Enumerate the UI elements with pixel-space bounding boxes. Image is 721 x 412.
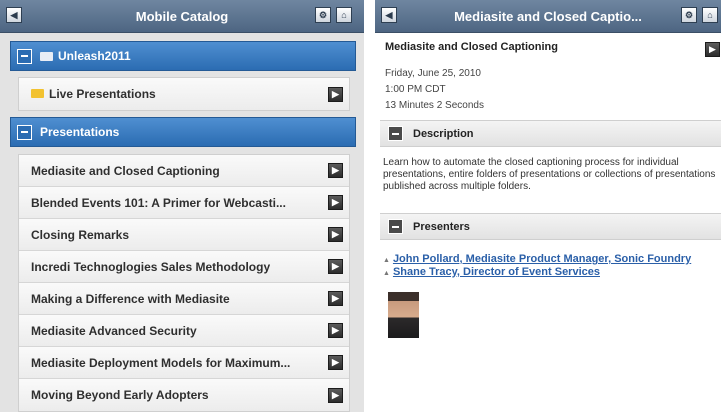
list-item-label: Mediasite Deployment Models for Maximum.… — [31, 355, 291, 370]
chevron-right-icon[interactable]: ▶ — [328, 291, 343, 306]
panel-divider — [364, 0, 375, 412]
group-list-unleash2011: Live Presentations ▶ — [18, 77, 350, 111]
gear-icon: ⚙ — [318, 9, 328, 20]
chevron-right-icon[interactable]: ▶ — [328, 195, 343, 210]
presenter-photo — [388, 292, 419, 338]
home-button[interactable]: ⌂ — [702, 7, 718, 23]
list-item-label: Making a Difference with Mediasite — [31, 291, 230, 306]
presentation-heading: Mediasite and Closed Captioning — [385, 41, 721, 53]
chevron-right-icon[interactable]: ▶ — [705, 42, 720, 57]
catalog-panel: ◀ Mobile Catalog ⚙ ⌂ Unleash2011 Live Pr… — [0, 0, 364, 412]
folder-icon — [31, 89, 44, 98]
presentation-title: Mediasite and Closed Captioning — [385, 41, 558, 53]
presentation-time: 1:00 PM CDT — [385, 84, 446, 95]
list-item[interactable]: Blended Events 101: A Primer for Webcast… — [19, 187, 349, 219]
group-header-presentations[interactable]: Presentations — [10, 117, 356, 147]
home-icon: ⌂ — [341, 9, 347, 20]
list-item[interactable]: Incredi Technoglogies Sales Methodology … — [19, 251, 349, 283]
home-button[interactable]: ⌂ — [336, 7, 352, 23]
list-item-label: Mediasite Advanced Security — [31, 323, 197, 338]
list-item-live-presentations[interactable]: Live Presentations ▶ — [19, 78, 349, 110]
back-button[interactable]: ◀ — [381, 7, 397, 23]
person-icon: ▲ — [383, 270, 390, 277]
collapse-icon[interactable] — [388, 126, 403, 141]
folder-icon — [40, 51, 53, 61]
section-label: Description — [413, 127, 474, 140]
gear-icon: ⚙ — [684, 9, 694, 20]
back-icon: ◀ — [385, 9, 393, 20]
presenter-name[interactable]: Shane Tracy, Director of Event Services — [393, 266, 600, 278]
collapse-icon[interactable] — [17, 124, 32, 140]
person-icon: ▲ — [383, 257, 390, 264]
list-item-label: Live Presentations — [49, 87, 156, 101]
presentation-detail-panel: ◀ Mediasite and Closed Captio... ⚙ ⌂ Med… — [375, 0, 721, 412]
back-icon: ◀ — [10, 9, 18, 20]
chevron-right-icon[interactable]: ▶ — [328, 259, 343, 274]
detail-header: ◀ Mediasite and Closed Captio... ⚙ ⌂ — [375, 0, 721, 33]
catalog-title: Mobile Catalog — [135, 8, 229, 24]
group-label: Presentations — [40, 125, 120, 139]
presentation-date: Friday, June 25, 2010 — [385, 68, 481, 79]
chevron-right-icon[interactable]: ▶ — [328, 86, 343, 102]
chevron-right-icon[interactable]: ▶ — [328, 323, 343, 338]
presenters-section-header[interactable]: Presenters — [380, 213, 721, 240]
presentation-duration: 13 Minutes 2 Seconds — [385, 100, 484, 111]
list-item[interactable]: Mediasite Advanced Security ▶ — [19, 315, 349, 347]
list-item-label: Incredi Technoglogies Sales Methodology — [31, 259, 271, 274]
group-label: Unleash2011 — [58, 49, 131, 63]
list-item-label: Moving Beyond Early Adopters — [31, 388, 209, 402]
chevron-right-icon[interactable]: ▶ — [328, 227, 343, 242]
presenter-link[interactable]: ▲ John Pollard, Mediasite Product Manager… — [383, 253, 691, 265]
list-item[interactable]: Mediasite Deployment Models for Maximum.… — [19, 347, 349, 379]
chevron-right-icon[interactable]: ▶ — [328, 355, 343, 370]
settings-button[interactable]: ⚙ — [315, 7, 331, 23]
detail-title: Mediasite and Closed Captio... — [454, 8, 642, 24]
chevron-right-icon[interactable]: ▶ — [328, 163, 343, 178]
list-item[interactable]: Closing Remarks ▶ — [19, 219, 349, 251]
presenter-link[interactable]: ▲ Shane Tracy, Director of Event Services — [383, 266, 600, 278]
settings-button[interactable]: ⚙ — [681, 7, 697, 23]
description-section-header[interactable]: Description — [380, 120, 721, 147]
list-item-label: Closing Remarks — [31, 227, 130, 242]
presentations-list: Mediasite and Closed Captioning ▶ Blende… — [18, 154, 350, 412]
collapse-icon[interactable] — [17, 48, 32, 64]
catalog-header: ◀ Mobile Catalog ⚙ ⌂ — [0, 0, 364, 33]
presenter-name[interactable]: John Pollard, Mediasite Product Manager,… — [393, 253, 691, 265]
description-text: Learn how to automate the closed caption… — [383, 157, 716, 192]
list-item-label: Mediasite and Closed Captioning — [31, 163, 220, 178]
list-item[interactable]: Moving Beyond Early Adopters ▶ — [19, 379, 349, 411]
chevron-right-icon[interactable]: ▶ — [328, 387, 343, 403]
home-icon: ⌂ — [707, 9, 713, 20]
group-header-unleash2011[interactable]: Unleash2011 — [10, 41, 356, 71]
section-label: Presenters — [413, 220, 470, 233]
back-button[interactable]: ◀ — [6, 7, 22, 23]
list-item-label: Blended Events 101: A Primer for Webcast… — [31, 195, 286, 210]
collapse-icon[interactable] — [388, 219, 403, 234]
list-item[interactable]: Mediasite and Closed Captioning ▶ — [19, 155, 349, 187]
list-item[interactable]: Making a Difference with Mediasite ▶ — [19, 283, 349, 315]
